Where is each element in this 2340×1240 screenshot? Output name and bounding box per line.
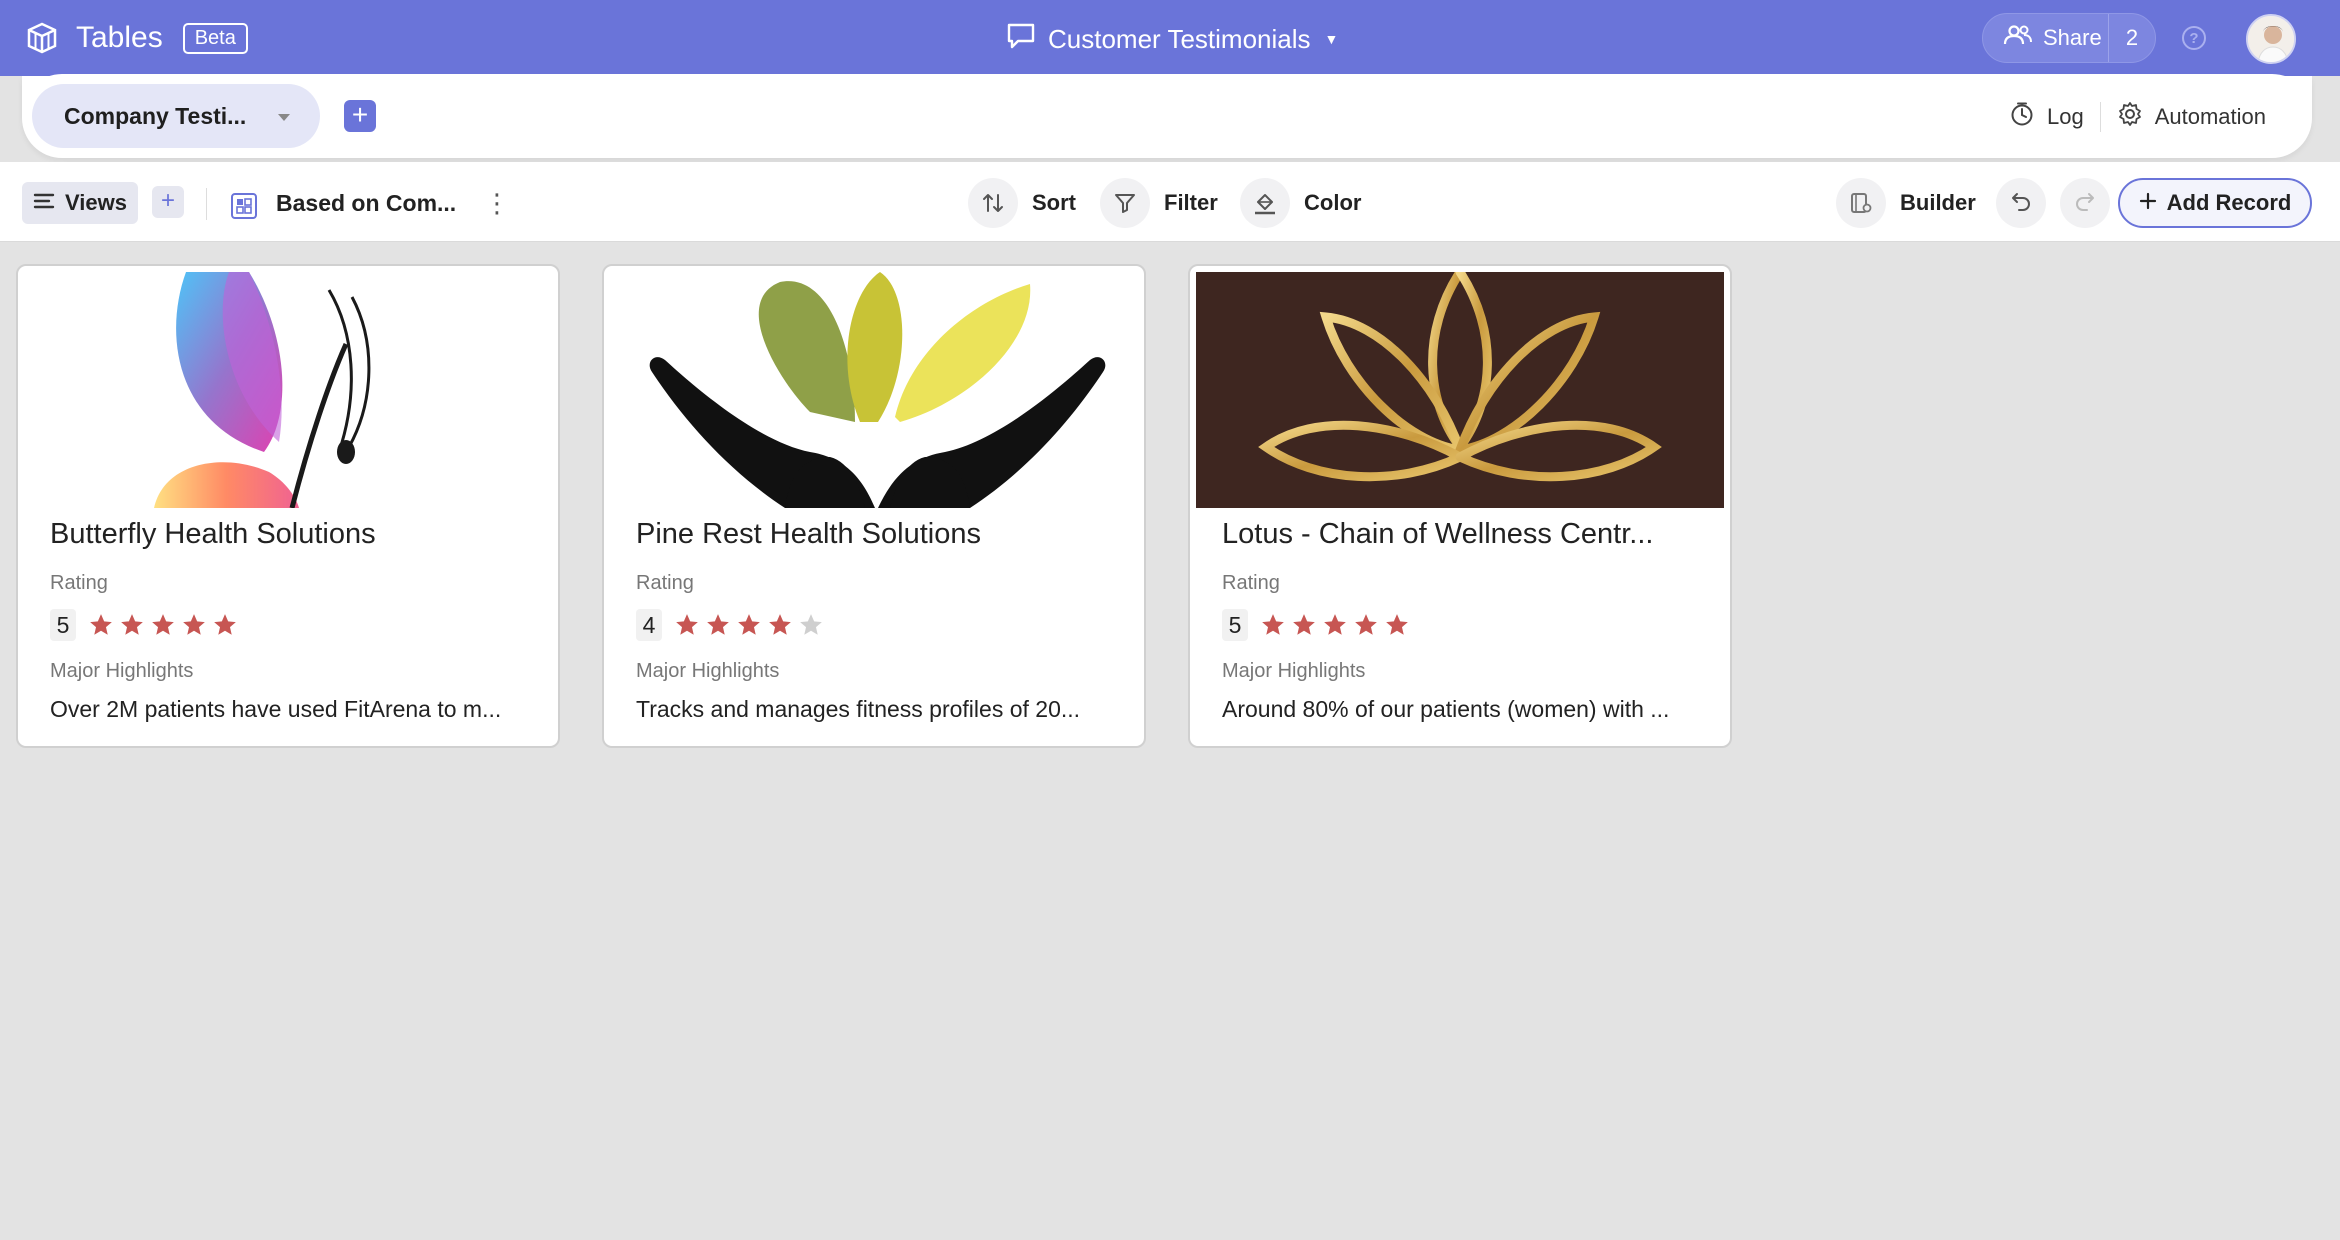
top-bar: Tables Beta Customer Testimonials ▼ Shar… (0, 0, 2340, 76)
star-filled-icon (769, 614, 791, 635)
automation-button[interactable]: Automation (2101, 101, 2282, 133)
redo-icon (2073, 189, 2097, 218)
current-view-name[interactable]: Based on Com... (276, 190, 456, 217)
star-filled-icon (676, 614, 698, 635)
star-filled-icon (1324, 614, 1346, 635)
star-filled-icon (707, 614, 729, 635)
star-rating (88, 612, 238, 638)
plus-icon (2139, 190, 2157, 216)
undo-icon (2009, 189, 2033, 218)
clock-icon (2009, 101, 2035, 133)
people-icon (2003, 24, 2033, 52)
star-filled-icon (121, 614, 143, 635)
card-title: Butterfly Health Solutions (50, 518, 376, 550)
rating-label: Rating (636, 572, 694, 594)
filter-icon (1100, 178, 1150, 228)
gallery-view-icon (230, 192, 258, 220)
star-filled-icon (1386, 614, 1408, 635)
add-record-button[interactable]: Add Record (2118, 178, 2312, 228)
table-tab-bar: Company Testi... + Log Automation (22, 74, 2312, 158)
rating-value: 5 (50, 609, 76, 641)
sort-icon (968, 178, 1018, 228)
log-button[interactable]: Log (1993, 101, 2100, 133)
document-title-dropdown[interactable]: Customer Testimonials ▼ (1006, 18, 1338, 60)
app-name: Tables (76, 21, 163, 54)
card-title: Pine Rest Health Solutions (636, 518, 981, 550)
rating-value: 5 (1222, 609, 1248, 641)
add-table-button[interactable]: + (344, 100, 376, 132)
highlights-value: Around 80% of our patients (women) with … (1222, 696, 1670, 722)
record-card[interactable]: Pine Rest Health Solutions Rating 4 Majo… (602, 264, 1146, 748)
star-empty-icon (800, 614, 822, 635)
rating-field: 5 (50, 608, 238, 642)
avatar[interactable] (2246, 14, 2296, 64)
star-filled-icon (1293, 614, 1315, 635)
butterfly-logo-image (24, 272, 552, 508)
sort-label: Sort (1032, 190, 1076, 215)
builder-button[interactable]: Builder (1836, 178, 1976, 228)
document-title: Customer Testimonials (1048, 23, 1311, 54)
rating-value: 4 (636, 609, 662, 641)
redo-button[interactable] (2060, 178, 2110, 228)
lotus-logo-image (1196, 272, 1724, 508)
comment-icon (1006, 22, 1036, 57)
star-rating (1260, 612, 1410, 638)
share-count: 2 (2125, 25, 2139, 50)
record-card[interactable]: Butterfly Health Solutions Rating 5 Majo… (16, 264, 560, 748)
beta-badge: Beta (182, 22, 248, 54)
filter-label: Filter (1164, 190, 1218, 215)
color-button[interactable]: Color (1240, 178, 1361, 228)
views-label: Views (65, 190, 127, 215)
menu-icon (33, 190, 55, 216)
more-options-icon[interactable]: ⋮ (484, 186, 510, 220)
automation-label: Automation (2154, 104, 2266, 129)
undo-button[interactable] (1996, 178, 2046, 228)
rating-field: 5 (1222, 608, 1410, 642)
share-button[interactable]: Share 2 (1982, 13, 2156, 63)
highlights-value: Tracks and manages fitness profiles of 2… (636, 696, 1081, 722)
rating-field: 4 (636, 608, 824, 642)
sort-button[interactable]: Sort (968, 178, 1076, 228)
star-filled-icon (152, 614, 174, 635)
log-label: Log (2046, 104, 2084, 129)
star-filled-icon (214, 614, 236, 635)
rating-label: Rating (50, 572, 108, 594)
highlights-label: Major Highlights (50, 660, 194, 682)
filter-button[interactable]: Filter (1100, 178, 1218, 228)
highlights-label: Major Highlights (1222, 660, 1366, 682)
tab-company-testimonials[interactable]: Company Testi... (32, 84, 320, 148)
card-title: Lotus - Chain of Wellness Centr... (1222, 518, 1654, 550)
tables-logo-icon (24, 20, 60, 56)
views-button[interactable]: Views (22, 182, 138, 224)
record-card[interactable]: Lotus - Chain of Wellness Centr... Ratin… (1188, 264, 1732, 748)
star-rating (674, 612, 824, 638)
builder-icon (1836, 178, 1886, 228)
view-toolbar: Views + Based on Com... ⋮ Sort Filter Co… (0, 162, 2340, 242)
hands-leaves-logo-image (610, 272, 1138, 508)
builder-label: Builder (1900, 190, 1976, 215)
star-filled-icon (90, 614, 112, 635)
divider (206, 188, 207, 220)
add-record-label: Add Record (2166, 190, 2292, 215)
star-filled-icon (738, 614, 760, 635)
paint-bucket-icon (1240, 178, 1290, 228)
highlights-value: Over 2M patients have used FitArena to m… (50, 696, 502, 722)
share-label: Share (2043, 25, 2102, 50)
automation-gear-icon (2117, 101, 2143, 133)
chevron-down-icon[interactable] (278, 114, 290, 121)
app-brand[interactable]: Tables Beta (24, 14, 248, 62)
caret-down-icon: ▼ (1324, 31, 1339, 47)
star-filled-icon (183, 614, 205, 635)
rating-label: Rating (1222, 572, 1280, 594)
star-filled-icon (1262, 614, 1284, 635)
star-filled-icon (1355, 614, 1377, 635)
add-view-button[interactable]: + (152, 186, 184, 218)
color-label: Color (1304, 190, 1362, 215)
highlights-label: Major Highlights (636, 660, 780, 682)
help-icon[interactable]: ? (2182, 26, 2206, 50)
table-tab-label: Company Testi... (64, 102, 247, 129)
